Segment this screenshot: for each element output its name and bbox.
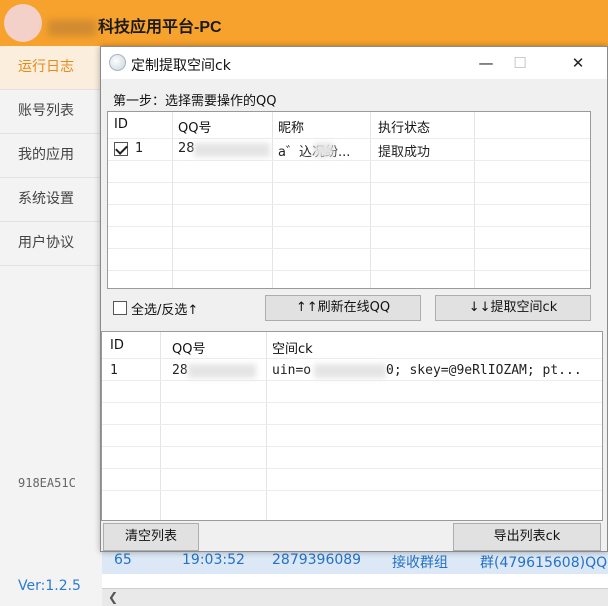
ck-row-id: 1 <box>110 363 118 378</box>
column-header-status[interactable]: 执行状态 <box>378 117 430 136</box>
sidebar: 运行日志 账号列表 我的应用 系统设置 用户协议 918EA51C Ver:1.… <box>0 46 102 606</box>
app-title: 科技应用平台-PC <box>48 13 222 37</box>
app-logo <box>4 4 42 42</box>
extract-space-ck-button[interactable]: ↓↓提取空间ck <box>435 295 591 321</box>
step-one-label: 第一步：选择需要操作的QQ <box>113 94 277 109</box>
dialog-titlebar[interactable]: 定制提取空间ck — ☐ ✕ <box>101 47 607 79</box>
select-all-checkbox[interactable] <box>113 301 127 315</box>
log-qq: 2879396089 <box>272 552 362 568</box>
column-header-id[interactable]: ID <box>114 117 128 132</box>
column-header-space-ck[interactable]: 空间ck <box>272 338 313 357</box>
column-header-qq[interactable]: QQ号 <box>178 117 211 136</box>
ck-row-value-prefix: uin=o <box>272 363 312 378</box>
export-list-ck-button[interactable]: 导出列表ck <box>453 523 601 551</box>
sidebar-item-accounts[interactable]: 账号列表 <box>0 90 102 134</box>
redacted-qq <box>194 143 270 157</box>
ck-result-table[interactable]: ID QQ号 空间ck 1 28 uin=o 0; skey=@9eRlIOZA… <box>101 331 603 521</box>
app-title-text: 科技应用平台-PC <box>98 19 222 36</box>
row-id: 1 <box>135 141 144 156</box>
log-id: 65 <box>114 552 132 568</box>
row-checkbox[interactable] <box>114 142 128 156</box>
log-target: 群(479615608)QQ <box>480 555 608 571</box>
redacted-qq <box>188 364 256 378</box>
redacted-uin <box>314 364 386 378</box>
column-header-qq[interactable]: QQ号 <box>172 338 205 357</box>
redacted-nickname <box>314 143 334 157</box>
select-all-label[interactable]: 全选/反选↑ <box>131 299 198 318</box>
version-label: Ver:1.2.5 <box>18 578 81 594</box>
qq-select-table[interactable]: ID QQ号 昵称 执行状态 1 28 a゛込况纷... 提取成功 <box>107 111 591 289</box>
app-header: 科技应用平台-PC <box>0 0 608 46</box>
row-status: 提取成功 <box>378 145 431 160</box>
sidebar-item-run-log[interactable]: 运行日志 <box>0 46 102 90</box>
app-window-icon <box>109 54 126 71</box>
dialog-title: 定制提取空间ck <box>131 58 231 74</box>
blurred-title-prefix <box>48 19 96 36</box>
ck-row-qq: 28 <box>172 363 188 378</box>
close-button[interactable]: ✕ <box>555 47 601 79</box>
machine-code: 918EA51C <box>18 476 76 490</box>
log-time: 19:03:52 <box>182 552 245 568</box>
log-action: 接收群组 <box>392 555 448 571</box>
horizontal-scrollbar[interactable]: ❮ <box>102 588 608 606</box>
row-qq: 28 <box>178 141 195 156</box>
maximize-button[interactable]: ☐ <box>497 47 543 79</box>
clear-list-button[interactable]: 清空列表 <box>103 523 199 551</box>
sidebar-item-user-agreement[interactable]: 用户协议 <box>0 222 102 266</box>
refresh-online-qq-button[interactable]: ↑↑刷新在线QQ <box>265 295 421 321</box>
scroll-left-arrow-icon[interactable]: ❮ <box>108 590 118 604</box>
ck-row-value-suffix: 0; skey=@9eRlIOZAM; pt... <box>386 363 582 378</box>
extract-ck-dialog: 定制提取空间ck — ☐ ✕ 第一步：选择需要操作的QQ ID QQ号 昵称 执… <box>100 46 608 552</box>
column-header-id[interactable]: ID <box>110 338 124 353</box>
sidebar-item-my-apps[interactable]: 我的应用 <box>0 134 102 178</box>
sidebar-item-settings[interactable]: 系统设置 <box>0 178 102 222</box>
column-header-nickname[interactable]: 昵称 <box>278 117 304 136</box>
